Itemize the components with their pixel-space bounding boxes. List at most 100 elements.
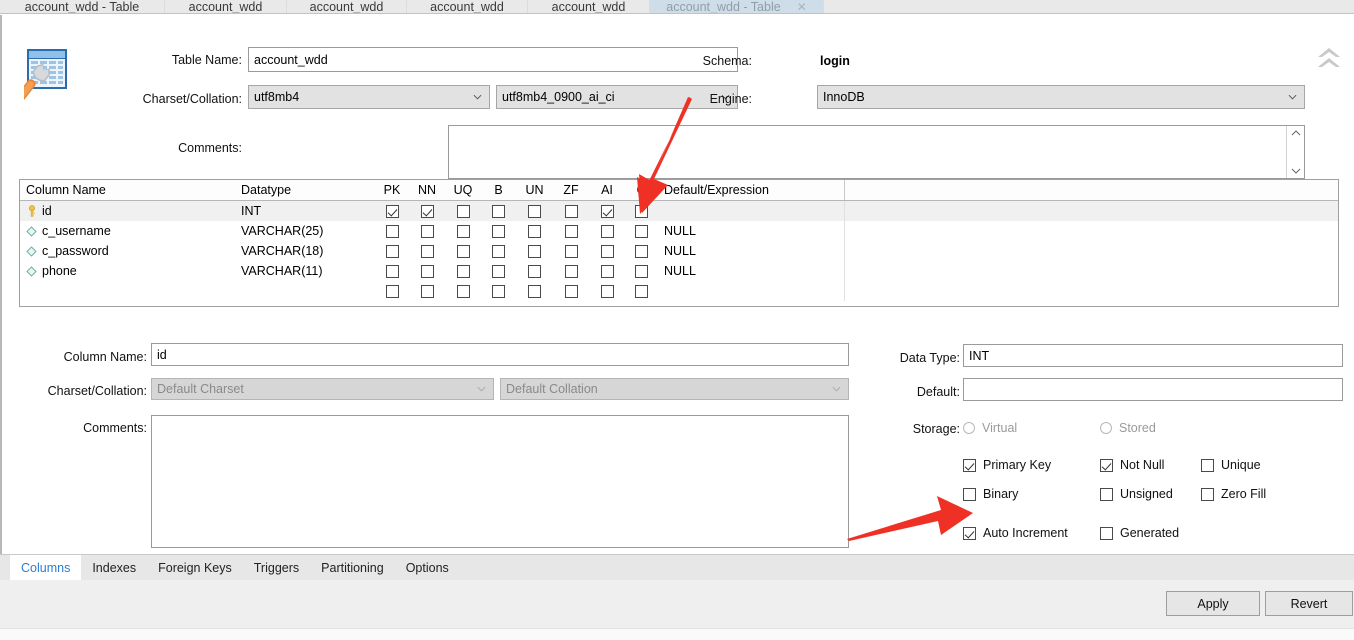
close-icon[interactable]: ✕: [797, 1, 807, 13]
uq-checkbox[interactable]: [456, 204, 470, 218]
uq-checkbox[interactable]: [456, 224, 470, 238]
g-checkbox[interactable]: [635, 224, 648, 238]
nn-checkbox[interactable]: [420, 284, 434, 298]
row-zf-cell[interactable]: [553, 241, 589, 261]
zf-checkbox[interactable]: [564, 224, 578, 238]
zf-checkbox[interactable]: [564, 264, 578, 278]
table-row[interactable]: id INT: [20, 201, 1338, 221]
not-null-checkbox[interactable]: [1100, 458, 1113, 472]
column-comments-textarea[interactable]: [151, 415, 849, 548]
un-checkbox[interactable]: [528, 204, 541, 218]
row-g-cell[interactable]: [625, 261, 658, 281]
scroll-down-icon[interactable]: [1291, 167, 1301, 175]
primary-key-checkbox-row[interactable]: Primary Key: [963, 458, 1051, 472]
row-pk-cell[interactable]: [375, 201, 409, 221]
storage-stored-radio-row[interactable]: Stored: [1100, 421, 1156, 435]
charset-select[interactable]: utf8mb4: [248, 85, 490, 109]
row-g-cell[interactable]: [625, 221, 658, 241]
col-header-datatype[interactable]: Datatype: [235, 180, 375, 200]
row-pk-cell[interactable]: [375, 221, 409, 241]
row-ai-cell[interactable]: [589, 261, 625, 281]
col-header-b[interactable]: B: [481, 180, 516, 200]
b-checkbox[interactable]: [492, 264, 505, 278]
row-un-cell[interactable]: [516, 241, 553, 261]
binary-checkbox[interactable]: [963, 487, 976, 501]
row-name-cell[interactable]: [20, 281, 235, 301]
row-datatype-cell[interactable]: VARCHAR(18): [235, 241, 375, 261]
row-zf-cell[interactable]: [553, 201, 589, 221]
col-header-default[interactable]: Default/Expression: [658, 180, 844, 200]
row-un-cell[interactable]: [516, 221, 553, 241]
row-nn-cell[interactable]: [409, 281, 445, 301]
un-checkbox[interactable]: [528, 284, 541, 298]
tab-options[interactable]: Options: [395, 555, 460, 580]
g-checkbox[interactable]: [635, 284, 648, 298]
storage-virtual-radio-row[interactable]: Virtual: [963, 421, 1017, 435]
tab-partitioning[interactable]: Partitioning: [310, 555, 395, 580]
col-header-ai[interactable]: AI: [589, 180, 625, 200]
ai-checkbox[interactable]: [600, 204, 614, 218]
row-datatype-cell[interactable]: VARCHAR(25): [235, 221, 375, 241]
row-pk-cell[interactable]: [375, 281, 409, 301]
b-checkbox[interactable]: [492, 224, 505, 238]
row-zf-cell[interactable]: [553, 221, 589, 241]
row-un-cell[interactable]: [516, 261, 553, 281]
row-name-cell[interactable]: c_username: [20, 221, 235, 241]
uq-checkbox[interactable]: [456, 264, 470, 278]
unique-checkbox-row[interactable]: Unique: [1201, 458, 1261, 472]
row-un-cell[interactable]: [516, 281, 553, 301]
row-uq-cell[interactable]: [445, 201, 481, 221]
col-header-uq[interactable]: UQ: [445, 180, 481, 200]
editor-tab-4[interactable]: account_wdd: [528, 0, 650, 13]
tab-columns[interactable]: Columns: [10, 555, 82, 580]
zero-fill-checkbox[interactable]: [1201, 487, 1214, 501]
column-charset-select[interactable]: Default Charset: [151, 378, 494, 400]
editor-tab-1[interactable]: account_wdd: [165, 0, 287, 13]
ai-checkbox[interactable]: [600, 244, 614, 258]
zf-checkbox[interactable]: [564, 244, 578, 258]
row-b-cell[interactable]: [481, 241, 516, 261]
col-header-name[interactable]: Column Name: [20, 180, 235, 200]
comments-scrollbar[interactable]: [1286, 126, 1304, 178]
row-pk-cell[interactable]: [375, 261, 409, 281]
nn-checkbox[interactable]: [420, 244, 434, 258]
unique-checkbox[interactable]: [1201, 458, 1214, 472]
row-b-cell[interactable]: [481, 281, 516, 301]
auto-increment-checkbox-row[interactable]: Auto Increment: [963, 526, 1068, 540]
row-b-cell[interactable]: [481, 201, 516, 221]
column-name-input[interactable]: id: [151, 343, 849, 366]
table-name-input[interactable]: account_wdd: [248, 47, 738, 72]
row-default-cell[interactable]: NULL: [658, 221, 844, 241]
uq-checkbox[interactable]: [456, 284, 470, 298]
row-zf-cell[interactable]: [553, 261, 589, 281]
col-header-zf[interactable]: ZF: [553, 180, 589, 200]
row-nn-cell[interactable]: [409, 221, 445, 241]
col-header-un[interactable]: UN: [516, 180, 553, 200]
b-checkbox[interactable]: [492, 244, 505, 258]
ai-checkbox[interactable]: [600, 224, 614, 238]
scroll-up-icon[interactable]: [1291, 129, 1301, 137]
row-ai-cell[interactable]: [589, 201, 625, 221]
row-name-cell[interactable]: id: [20, 201, 235, 221]
row-zf-cell[interactable]: [553, 281, 589, 301]
row-nn-cell[interactable]: [409, 261, 445, 281]
tab-foreign-keys[interactable]: Foreign Keys: [147, 555, 243, 580]
apply-button[interactable]: Apply: [1166, 591, 1260, 616]
table-row[interactable]: c_password VARCHAR(18) NULL: [20, 241, 1338, 261]
row-un-cell[interactable]: [516, 201, 553, 221]
row-ai-cell[interactable]: [589, 281, 625, 301]
row-pk-cell[interactable]: [375, 241, 409, 261]
pk-checkbox[interactable]: [385, 244, 399, 258]
row-nn-cell[interactable]: [409, 241, 445, 261]
g-checkbox[interactable]: [635, 244, 648, 258]
row-ai-cell[interactable]: [589, 221, 625, 241]
nn-checkbox[interactable]: [420, 264, 434, 278]
pk-checkbox[interactable]: [385, 284, 399, 298]
pk-checkbox[interactable]: [385, 264, 399, 278]
column-collation-select[interactable]: Default Collation: [500, 378, 849, 400]
editor-tab-3[interactable]: account_wdd: [407, 0, 528, 13]
zero-fill-checkbox-row[interactable]: Zero Fill: [1201, 487, 1266, 501]
zf-checkbox[interactable]: [564, 284, 578, 298]
binary-checkbox-row[interactable]: Binary: [963, 487, 1018, 501]
data-type-input[interactable]: INT: [963, 344, 1343, 367]
